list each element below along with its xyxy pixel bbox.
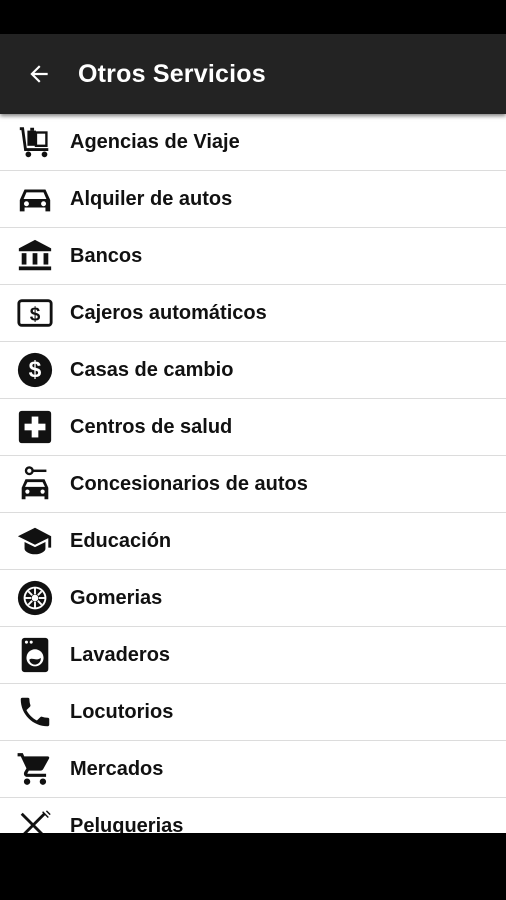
arrow-left-icon [30, 65, 48, 83]
list-item-peluquerias[interactable]: Peluquerias [0, 798, 506, 833]
list-item-concesionarios-de-autos[interactable]: Concesionarios de autos [0, 456, 506, 513]
list-item-alquiler-de-autos[interactable]: Alquiler de autos [0, 171, 506, 228]
status-bar [0, 0, 506, 34]
back-button[interactable] [0, 34, 78, 114]
car-icon [0, 171, 70, 228]
dollar-circle-icon: $ [0, 342, 70, 399]
list-item-label: Bancos [70, 244, 143, 267]
page-title: Otros Servicios [78, 59, 266, 88]
scissors-comb-icon [0, 798, 70, 833]
list-item-label: Alquiler de autos [70, 187, 233, 210]
svg-text:$: $ [30, 305, 41, 326]
list-item-label: Educación [70, 529, 172, 552]
list-item-label: Cajeros automáticos [70, 301, 267, 324]
services-list[interactable]: Agencias de Viaje Alquiler de autos Banc… [0, 114, 506, 833]
list-item-label: Locutorios [70, 700, 174, 723]
navigation-bar [0, 833, 506, 900]
list-item-locutorios[interactable]: Locutorios [0, 684, 506, 741]
list-item-gomerias[interactable]: Gomerias [0, 570, 506, 627]
list-item-mercados[interactable]: Mercados [0, 741, 506, 798]
washing-machine-icon [0, 627, 70, 684]
list-item-bancos[interactable]: Bancos [0, 228, 506, 285]
list-item-label: Concesionarios de autos [70, 472, 308, 495]
list-item-label: Peluquerias [70, 815, 184, 833]
list-item-label: Gomerias [70, 586, 163, 609]
list-item-centros-de-salud[interactable]: Centros de salud [0, 399, 506, 456]
list-item-lavaderos[interactable]: Lavaderos [0, 627, 506, 684]
list-item-label: Mercados [70, 757, 164, 780]
list-item-cajeros-automaticos[interactable]: $ Cajeros automáticos [0, 285, 506, 342]
medical-cross-icon [0, 399, 70, 456]
list-item-label: Centros de salud [70, 415, 233, 438]
list-item-label: Agencias de Viaje [70, 130, 240, 153]
list-item-label: Casas de cambio [70, 358, 234, 381]
list-item-agencias-de-viaje[interactable]: Agencias de Viaje [0, 114, 506, 171]
cart-icon [0, 741, 70, 798]
graduation-cap-icon [0, 513, 70, 570]
luggage-cart-icon [0, 114, 70, 171]
tire-icon [0, 570, 70, 627]
list-item-label: Lavaderos [70, 643, 171, 666]
phone-icon [0, 684, 70, 741]
list-item-educacion[interactable]: Educación [0, 513, 506, 570]
list-item-casas-de-cambio[interactable]: $ Casas de cambio [0, 342, 506, 399]
car-key-icon [0, 456, 70, 513]
svg-text:$: $ [29, 357, 42, 383]
app-bar: Otros Servicios [0, 34, 506, 114]
atm-icon: $ [0, 285, 70, 342]
bank-icon [0, 228, 70, 285]
